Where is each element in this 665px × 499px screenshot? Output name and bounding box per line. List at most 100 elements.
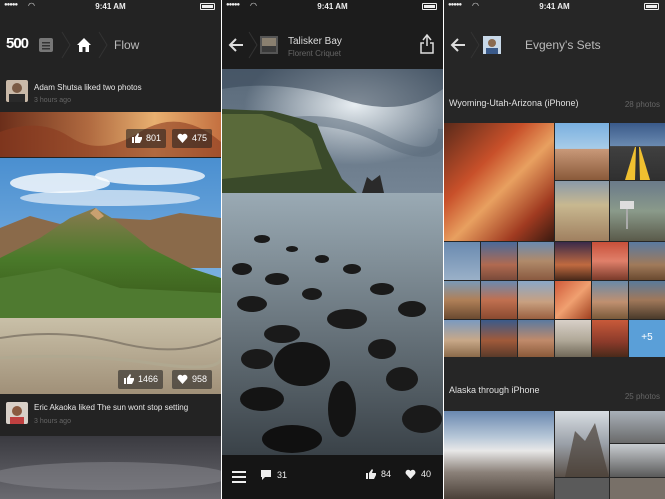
separator-chevron-icon	[60, 30, 72, 65]
photo-navbar: Talisker Bay Florent Criquet	[222, 22, 443, 68]
photo-author[interactable]: Florent Criquet	[288, 49, 341, 58]
grid-photo[interactable]	[481, 281, 517, 319]
thumbs-up-icon	[366, 469, 376, 479]
grid-photo[interactable]	[592, 242, 628, 280]
grid-photo[interactable]	[555, 411, 609, 477]
grid-photo[interactable]	[444, 320, 480, 357]
grid-photo[interactable]	[444, 411, 554, 499]
grid-photo[interactable]	[592, 281, 628, 319]
flow-title: Flow	[114, 38, 140, 52]
views-counter[interactable]: 84	[365, 469, 391, 479]
set-name[interactable]: Wyoming-Utah-Arizona (iPhone)	[449, 98, 578, 108]
comment-button[interactable]: 31	[260, 469, 287, 480]
grid-photo[interactable]	[610, 411, 665, 443]
views-counter[interactable]: 1466	[118, 370, 164, 389]
avatar[interactable]	[483, 36, 501, 59]
status-time: 9:41 AM	[539, 2, 570, 11]
grid-photo[interactable]	[518, 320, 554, 357]
mountain-landscape-image	[0, 158, 221, 394]
grid-photo[interactable]	[629, 281, 665, 319]
grid-photo[interactable]	[444, 242, 480, 280]
grid-photo[interactable]	[610, 181, 665, 241]
photo-title: Talisker Bay	[288, 36, 342, 47]
grid-photo[interactable]	[555, 478, 609, 499]
heart-icon	[177, 133, 188, 143]
grid-photo[interactable]	[610, 444, 665, 477]
thumbs-up-icon	[124, 374, 134, 384]
flow-navbar: 500 Flow	[0, 22, 221, 68]
battery-icon	[644, 3, 659, 10]
comment-count: 31	[277, 470, 288, 480]
status-time: 9:41 AM	[317, 2, 348, 11]
photo-screen: ●●●●● ◠ 9:41 AM Talisker Bay Florent Cri…	[222, 0, 443, 499]
views-counter[interactable]: 801	[126, 129, 167, 148]
feed-item[interactable]: Eric Akaoka liked The sun wont stop sett…	[0, 400, 221, 440]
grid-photo[interactable]	[555, 320, 591, 357]
grid-photo[interactable]	[555, 123, 609, 180]
likes-count: 958	[192, 374, 208, 384]
status-bar: ●●●●● ◠ 9:41 AM	[444, 0, 665, 14]
comment-icon	[261, 470, 271, 480]
avatar[interactable]	[6, 80, 28, 102]
views-count: 801	[146, 133, 162, 143]
separator-chevron-icon	[97, 30, 109, 65]
main-photo[interactable]	[222, 69, 443, 455]
grid-photo[interactable]	[444, 123, 554, 241]
feed-photo-sunset[interactable]	[0, 436, 221, 499]
likes-counter[interactable]: 958	[172, 370, 213, 389]
feed-text: Adam Shutsa liked two photos	[34, 83, 142, 92]
more-count: +5	[641, 332, 653, 343]
app-logo[interactable]: 500	[6, 35, 29, 52]
grid-photo[interactable]	[555, 281, 591, 319]
set-count: 25 photos	[624, 392, 660, 401]
grid-photo[interactable]	[592, 320, 628, 357]
grid-photo[interactable]	[555, 242, 591, 280]
grid-photo[interactable]	[444, 281, 480, 319]
sets-screen: ●●●●● ◠ 9:41 AM Evgeny's Sets Wyoming-Ut…	[444, 0, 665, 499]
seascape-image	[222, 69, 443, 455]
battery-icon	[422, 3, 437, 10]
share-icon[interactable]	[419, 33, 435, 59]
menu-icon[interactable]	[232, 471, 246, 485]
battery-icon	[200, 3, 215, 10]
set-grid: +5	[444, 123, 665, 357]
more-photos-tile[interactable]: +5	[629, 320, 665, 357]
thumbs-up-icon	[132, 133, 142, 143]
set-name[interactable]: Alaska through iPhone	[449, 385, 540, 395]
grid-photo[interactable]	[481, 320, 517, 357]
set-grid	[444, 411, 665, 499]
photo-thumbnail-icon[interactable]	[260, 36, 278, 59]
set-count: 28 photos	[624, 100, 660, 109]
grid-photo[interactable]	[518, 281, 554, 319]
likes-count: 40	[421, 469, 432, 479]
sets-navbar: Evgeny's Sets	[444, 22, 665, 68]
back-arrow-icon[interactable]	[450, 38, 466, 57]
feed-text: Eric Akaoka liked The sun wont stop sett…	[34, 403, 189, 412]
feed-photo-strip[interactable]: 801 475	[0, 112, 221, 157]
back-arrow-icon[interactable]	[228, 38, 244, 57]
flow-screen: ●●●●● ◠ 9:41 AM 500 Flow Adam Shutsa lik…	[0, 0, 221, 499]
status-time: 9:41 AM	[95, 2, 126, 11]
separator-chevron-icon	[469, 30, 481, 65]
photo-action-bar: 31 84 40	[222, 455, 443, 499]
grid-photo[interactable]	[555, 181, 609, 241]
grid-photo[interactable]	[610, 478, 665, 499]
grid-photo[interactable]	[518, 242, 554, 280]
grid-photo[interactable]	[481, 242, 517, 280]
feed-photo-mountains[interactable]: 1466 958	[0, 158, 221, 394]
likes-counter[interactable]: 40	[405, 469, 431, 479]
avatar[interactable]	[6, 402, 28, 424]
menu-list-icon[interactable]	[38, 37, 54, 58]
likes-counter[interactable]: 475	[172, 129, 213, 148]
feed-time: 3 hours ago	[34, 97, 71, 104]
grid-photo[interactable]	[610, 123, 665, 180]
likes-count: 475	[192, 133, 208, 143]
sets-title: Evgeny's Sets	[525, 38, 601, 52]
views-count: 1466	[138, 374, 159, 384]
status-bar: ●●●●● ◠ 9:41 AM	[0, 0, 221, 14]
heart-icon	[405, 469, 416, 479]
home-icon[interactable]	[76, 37, 92, 58]
separator-chevron-icon	[247, 30, 259, 65]
grid-photo[interactable]	[629, 242, 665, 280]
feed-time: 3 hours ago	[34, 418, 71, 425]
